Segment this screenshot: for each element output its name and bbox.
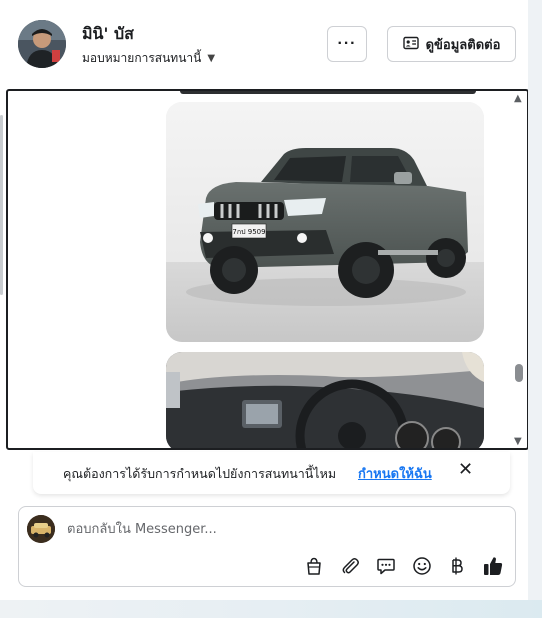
view-contact-label: ดูข้อมูลติดต่อ [425, 36, 501, 52]
assign-label: มอบหมายการสนทนานี้ [82, 51, 202, 65]
contact-name: มินิ' บัส [82, 24, 134, 43]
more-icon: ··· [337, 35, 357, 52]
reply-input[interactable] [67, 517, 487, 541]
message-thread[interactable]: 7กป 9509 ▲ ▼ [6, 89, 529, 450]
saved-reply-icon[interactable] [374, 554, 398, 578]
close-icon[interactable]: ✕ [458, 461, 473, 479]
more-options-button[interactable]: ··· [327, 26, 367, 62]
shopping-bag-icon[interactable] [302, 554, 326, 578]
assign-suggestion-text: คุณต้องการได้รับการกำหนดไปยังการสนทนานี้… [63, 466, 337, 481]
interior-photo[interactable] [166, 352, 484, 448]
reply-composer [18, 506, 516, 587]
right-edge-background [528, 0, 542, 600]
like-icon[interactable] [481, 554, 505, 578]
previous-image-edge [180, 91, 476, 94]
assign-dropdown[interactable]: มอบหมายการสนทนานี้ ▼ [82, 49, 215, 68]
caret-down-icon: ▼ [207, 53, 216, 64]
contact-card-icon [402, 36, 419, 53]
conversation-panel: มินิ' บัส มอบหมายการสนทนานี้ ▼ ··· ดูข้อ… [0, 0, 529, 600]
scroll-up-icon[interactable]: ▲ [514, 93, 522, 104]
assign-suggestion-banner: คุณต้องการได้รับการกำหนดไปยังการสนทนานี้… [33, 452, 510, 494]
view-contact-button[interactable]: ดูข้อมูลติดต่อ [387, 26, 516, 62]
scroll-thumb[interactable] [515, 364, 523, 382]
license-plate: 7กป 9509 [232, 228, 265, 236]
baht-icon[interactable] [445, 554, 469, 578]
left-scroll-indicator [0, 115, 3, 295]
bottom-edge-background [0, 600, 542, 618]
assign-to-me-link[interactable]: กำหนดให้ฉัน [358, 463, 432, 484]
emoji-icon[interactable] [410, 554, 434, 578]
page-avatar [27, 515, 55, 543]
thread-scrollbar[interactable]: ▲ ▼ [511, 91, 527, 448]
truck-photo[interactable]: 7กป 9509 [166, 102, 484, 342]
paperclip-icon[interactable] [338, 554, 362, 578]
contact-avatar[interactable] [18, 20, 66, 68]
scroll-down-icon[interactable]: ▼ [514, 436, 522, 447]
